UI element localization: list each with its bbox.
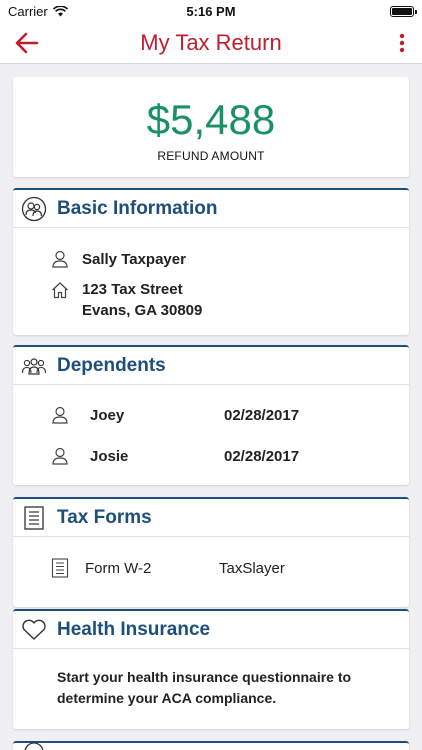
tax-forms-title: Tax Forms — [57, 506, 152, 528]
tax-forms-card[interactable]: Tax Forms Form W-2 TaxSlayer — [13, 497, 409, 607]
nav-bar: My Tax Return — [0, 22, 422, 64]
dependents-title: Dependents — [57, 354, 166, 376]
health-insurance-header[interactable]: Health Insurance — [13, 611, 409, 649]
status-bar: Carrier 5:16 PM — [0, 0, 422, 22]
health-insurance-card[interactable]: Health Insurance Start your health insur… — [13, 609, 409, 729]
more-options-button[interactable] — [392, 28, 412, 58]
scroll-content[interactable]: $5,488 REFUND AMOUNT Basic Information S… — [0, 65, 422, 750]
refund-amount: $5,488 — [146, 96, 276, 143]
basic-information-title: Basic Information — [57, 197, 218, 219]
person-icon — [51, 406, 69, 424]
dependents-header[interactable]: Dependents — [13, 347, 409, 385]
health-insurance-prompt: Start your health insurance questionnair… — [57, 669, 352, 706]
group-icon — [21, 353, 47, 379]
people-circle-icon — [21, 196, 47, 222]
battery-icon — [390, 6, 417, 17]
tax-forms-header[interactable]: Tax Forms — [13, 499, 409, 537]
document-icon — [51, 558, 69, 578]
next-card[interactable] — [13, 741, 409, 750]
page-title: My Tax Return — [140, 30, 282, 55]
refund-card: $5,488 REFUND AMOUNT — [13, 77, 409, 177]
basic-information-header[interactable]: Basic Information — [13, 190, 409, 228]
home-icon — [51, 281, 69, 299]
person-icon — [51, 250, 69, 268]
form-source: TaxSlayer — [219, 560, 285, 577]
dependent-dob: 02/28/2017 — [224, 448, 300, 465]
health-insurance-title: Health Insurance — [57, 618, 211, 640]
basic-information-card[interactable]: Basic Information Sally Taxpayer 123 Tax… — [13, 188, 409, 335]
partial-icon — [23, 741, 45, 750]
vertical-dots-icon — [399, 33, 405, 53]
address-line-1: 123 Tax Street — [82, 281, 183, 298]
dependent-name: Josie — [90, 448, 129, 465]
address-line-2: Evans, GA 30809 — [82, 302, 203, 319]
dependents-card[interactable]: Dependents Joey 02/28/2017 Josie 02/28/2… — [13, 345, 409, 485]
refund-label: REFUND AMOUNT — [157, 149, 265, 163]
dependent-name: Joey — [90, 407, 125, 424]
status-time: 5:16 PM — [186, 4, 236, 19]
dependent-dob: 02/28/2017 — [224, 407, 300, 424]
document-icon — [21, 505, 47, 531]
form-name: Form W-2 — [85, 560, 152, 577]
person-icon — [51, 447, 69, 465]
taxpayer-name: Sally Taxpayer — [82, 251, 186, 268]
heart-icon — [21, 617, 47, 643]
